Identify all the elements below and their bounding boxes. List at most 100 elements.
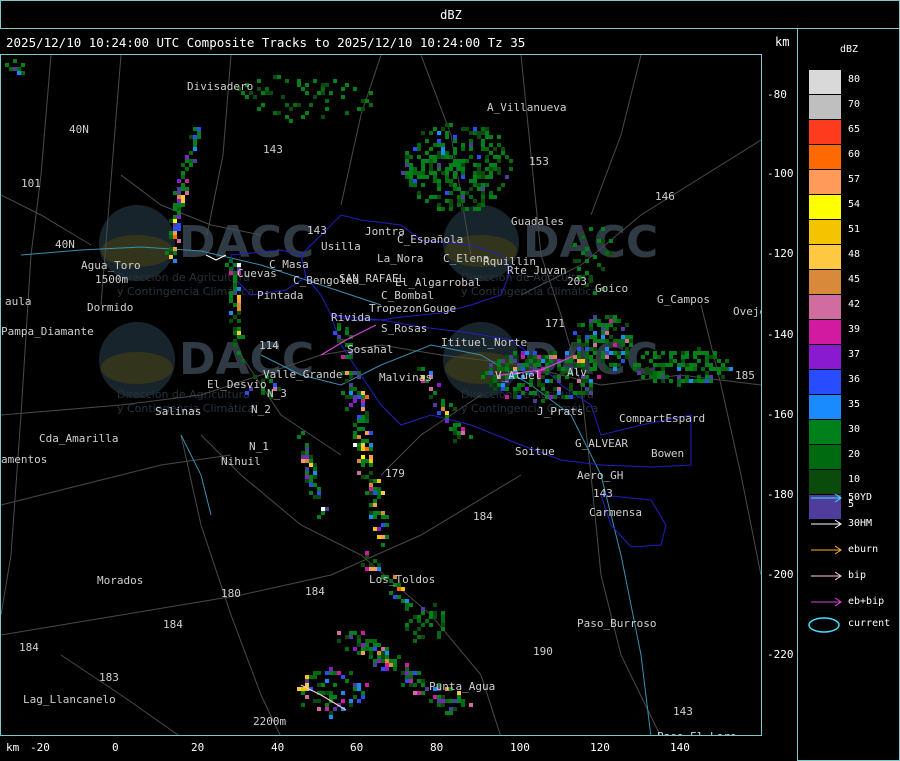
legend-swatch: [809, 220, 841, 244]
radar-echo-cell: [297, 79, 301, 83]
radar-echo-cell: [589, 367, 593, 371]
radar-echo-cell: [465, 159, 469, 163]
place-label: 203: [567, 275, 587, 288]
radar-echo-cell: [329, 695, 333, 699]
radar-echo-cell: [437, 163, 441, 167]
radar-echo-cell: [537, 355, 541, 359]
radar-map[interactable]: DACC Dirección de Agricultura y Contingenc…: [0, 54, 762, 736]
radar-echo-cell: [369, 639, 373, 643]
radar-echo-cell: [609, 315, 613, 319]
y-tick-label: -200: [767, 568, 794, 581]
radar-echo-cell: [333, 331, 337, 335]
radar-echo-cell: [533, 351, 537, 355]
radar-echo-cell: [349, 703, 353, 707]
radar-echo-cell: [181, 199, 185, 203]
radar-echo-cell: [305, 695, 309, 699]
radar-echo-cell: [469, 131, 473, 135]
radar-echo-cell: [353, 87, 357, 91]
radar-echo-cell: [513, 387, 517, 391]
radar-echo-cell: [593, 331, 597, 335]
radar-echo-cell: [453, 159, 457, 163]
radar-echo-cell: [417, 155, 421, 159]
x-tick-label: 120: [590, 741, 610, 754]
radar-echo-cell: [369, 463, 373, 467]
radar-echo-cell: [409, 167, 413, 171]
radar-echo-cell: [421, 607, 425, 611]
place-label: 180: [221, 587, 241, 600]
radar-echo-cell: [357, 639, 361, 643]
radar-echo-cell: [173, 259, 177, 263]
radar-echo-cell: [601, 355, 605, 359]
radar-echo-cell: [489, 363, 493, 367]
x-tick-label: 60: [350, 741, 364, 754]
radar-echo-cell: [237, 351, 241, 355]
radar-echo-cell: [461, 127, 465, 131]
radar-echo-cell: [229, 291, 233, 295]
radar-echo-cell: [365, 647, 369, 651]
radar-echo-cell: [589, 379, 593, 383]
radar-echo-cell: [505, 387, 509, 391]
radar-echo-cell: [309, 459, 313, 463]
radar-echo-cell: [377, 535, 381, 539]
radar-echo-cell: [377, 567, 381, 571]
y-axis: -80 -100 -120 -140 -160 -180 -200 -220: [763, 54, 797, 736]
radar-echo-cell: [449, 183, 453, 187]
radar-echo-cell: [365, 555, 369, 559]
radar-echo-cell: [405, 159, 409, 163]
radar-echo-cell: [345, 679, 349, 683]
legend-level-label: 20: [848, 449, 861, 460]
radar-echo-cell: [325, 83, 329, 87]
radar-echo-cell: [489, 379, 493, 383]
track-arrow-icon: [811, 597, 842, 607]
radar-echo-cell: [473, 131, 477, 135]
radar-echo-cell: [337, 639, 341, 643]
radar-echo-cell: [593, 343, 597, 347]
radar-echo-cell: [709, 355, 713, 359]
radar-echo-cell: [361, 403, 365, 407]
x-axis-unit: km: [6, 741, 20, 754]
radar-echo-cell: [445, 711, 449, 715]
radar-echo-cell: [421, 171, 425, 175]
radar-echo-cell: [181, 203, 185, 207]
radar-echo-cell: [385, 655, 389, 659]
radar-echo-cell: [661, 379, 665, 383]
radar-echo-cell: [677, 375, 681, 379]
radar-echo-cell: [501, 387, 505, 391]
radar-echo-cell: [725, 359, 729, 363]
radar-echo-cell: [605, 327, 609, 331]
radar-echo-cell: [185, 187, 189, 191]
radar-echo-cell: [337, 631, 341, 635]
radar-echo-cell: [173, 191, 177, 195]
radar-echo-cell: [541, 359, 545, 363]
radar-echo-cell: [449, 167, 453, 171]
radar-echo-cell: [377, 659, 381, 663]
radar-echo-cell: [489, 191, 493, 195]
road-line: [700, 304, 761, 576]
radar-echo-cell: [317, 683, 321, 687]
radar-echo-cell: [321, 87, 325, 91]
radar-echo-cell: [457, 203, 461, 207]
legend-swatch: [809, 245, 841, 269]
radar-echo-cell: [461, 703, 465, 707]
radar-echo-cell: [301, 691, 305, 695]
radar-echo-cell: [341, 95, 345, 99]
radar-echo-cell: [421, 163, 425, 167]
radar-echo-cell: [577, 351, 581, 355]
radar-echo-cell: [621, 343, 625, 347]
radar-echo-cell: [477, 203, 481, 207]
radar-echo-cell: [401, 671, 405, 675]
radar-echo-cell: [369, 471, 373, 475]
radar-echo-cell: [289, 119, 293, 123]
radar-echo-cell: [193, 143, 197, 147]
radar-echo-cell: [581, 383, 585, 387]
radar-echo-cell: [713, 355, 717, 359]
radar-echo-cell: [437, 183, 441, 187]
radar-echo-cell: [305, 479, 309, 483]
radar-echo-cell: [325, 107, 329, 111]
radar-echo-cell: [609, 323, 613, 327]
radar-echo-cell: [361, 427, 365, 431]
radar-echo-cell: [461, 163, 465, 167]
radar-echo-cell: [437, 695, 441, 699]
radar-echo-cell: [489, 175, 493, 179]
radar-echo-cell: [357, 419, 361, 423]
